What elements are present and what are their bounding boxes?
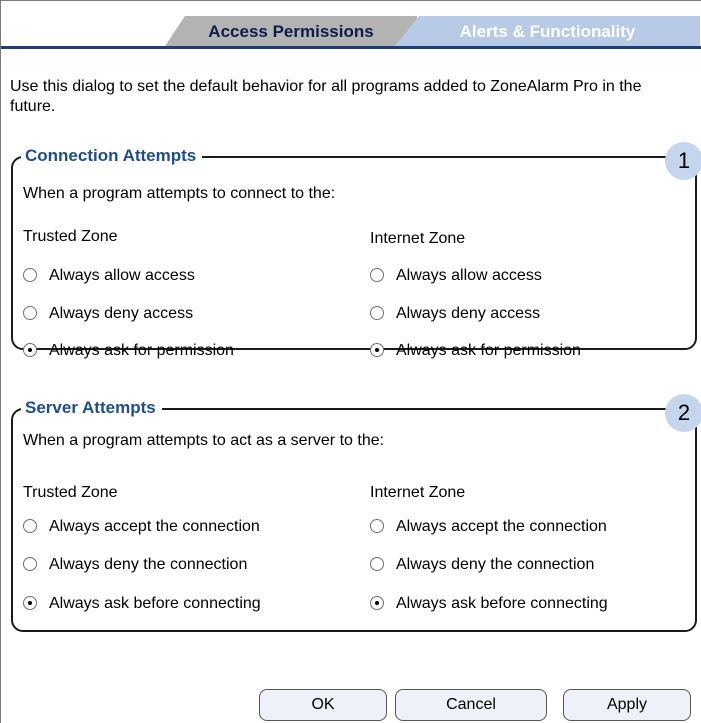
radio-label: Always ask before connecting xyxy=(49,595,261,612)
connection-trusted-label: Trusted Zone xyxy=(23,228,118,245)
tab-underline xyxy=(1,46,701,49)
radio-circle[interactable] xyxy=(370,557,384,571)
radio-circle-selected[interactable] xyxy=(23,343,37,357)
radio-conn-trusted-ask[interactable]: Always ask for permission xyxy=(23,341,234,361)
radio-label: Always accept the connection xyxy=(49,518,260,535)
server-internet-label: Internet Zone xyxy=(370,484,466,501)
radio-conn-internet-allow[interactable]: Always allow access xyxy=(370,266,542,286)
cancel-button[interactable]: Cancel xyxy=(395,689,547,721)
ok-button[interactable]: OK xyxy=(259,689,387,721)
server-trusted-label: Trusted Zone xyxy=(23,484,118,501)
step-badge-1: 1 xyxy=(665,142,701,180)
radio-label: Always allow access xyxy=(396,267,542,284)
server-prompt: When a program attempts to act as a serv… xyxy=(23,432,385,449)
radio-label: Always ask for permission xyxy=(49,342,234,359)
radio-srv-trusted-ask[interactable]: Always ask before connecting xyxy=(23,594,261,614)
dialog: Access Permissions Alerts & Functionalit… xyxy=(0,0,701,723)
radio-srv-internet-ask[interactable]: Always ask before connecting xyxy=(370,594,608,614)
radio-conn-trusted-allow[interactable]: Always allow access xyxy=(23,266,195,286)
radio-circle[interactable] xyxy=(23,519,37,533)
radio-srv-trusted-accept[interactable]: Always accept the connection xyxy=(23,517,260,537)
radio-label: Always deny the connection xyxy=(396,556,595,573)
tab-access-permissions[interactable]: Access Permissions xyxy=(165,16,417,46)
radio-label: Always accept the connection xyxy=(396,518,607,535)
radio-label: Always deny access xyxy=(396,305,541,322)
tab-bar: Access Permissions Alerts & Functionalit… xyxy=(1,16,701,46)
radio-circle-selected[interactable] xyxy=(370,596,384,610)
radio-conn-internet-deny[interactable]: Always deny access xyxy=(370,304,540,324)
radio-srv-trusted-deny[interactable]: Always deny the connection xyxy=(23,555,247,575)
tab-alerts-functionality[interactable]: Alerts & Functionality xyxy=(395,16,700,46)
radio-circle-selected[interactable] xyxy=(370,343,384,357)
intro-text: Use this dialog to set the default behav… xyxy=(10,78,642,115)
radio-label: Always deny access xyxy=(49,305,194,322)
radio-srv-internet-accept[interactable]: Always accept the connection xyxy=(370,517,607,537)
radio-label: Always allow access xyxy=(49,267,195,284)
connection-attempts-title: Connection Attempts xyxy=(21,144,203,168)
radio-conn-internet-ask[interactable]: Always ask for permission xyxy=(370,341,581,361)
radio-srv-internet-deny[interactable]: Always deny the connection xyxy=(370,555,594,575)
radio-circle[interactable] xyxy=(370,519,384,533)
radio-label: Always ask before connecting xyxy=(396,595,608,612)
connection-internet-label: Internet Zone xyxy=(370,230,466,247)
radio-circle[interactable] xyxy=(23,557,37,571)
apply-button[interactable]: Apply xyxy=(563,689,691,721)
radio-circle[interactable] xyxy=(23,268,37,282)
server-attempts-title: Server Attempts xyxy=(21,396,162,420)
radio-circle[interactable] xyxy=(370,306,384,320)
radio-circle[interactable] xyxy=(370,268,384,282)
radio-label: Always ask for permission xyxy=(396,342,581,359)
radio-label: Always deny the connection xyxy=(49,556,248,573)
step-badge-2: 2 xyxy=(665,394,701,432)
radio-circle[interactable] xyxy=(23,306,37,320)
connection-prompt: When a program attempts to connect to th… xyxy=(23,185,336,202)
radio-circle-selected[interactable] xyxy=(23,596,37,610)
radio-conn-trusted-deny[interactable]: Always deny access xyxy=(23,304,193,324)
